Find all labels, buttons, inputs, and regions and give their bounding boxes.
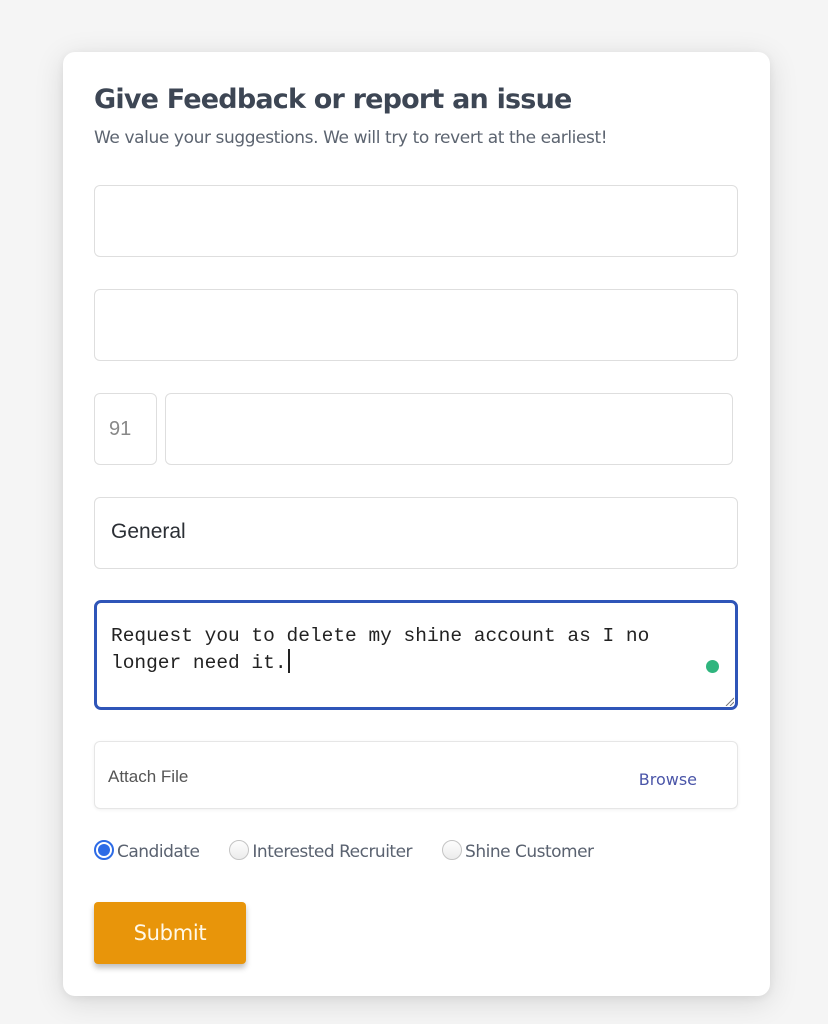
category-select[interactable]: General bbox=[94, 497, 738, 569]
radio-unchecked-icon[interactable] bbox=[229, 840, 250, 860]
attach-file-field[interactable]: Attach File Browse bbox=[94, 741, 738, 809]
radio-label: Shine Customer bbox=[465, 842, 594, 862]
radio-unchecked-icon[interactable] bbox=[442, 840, 463, 860]
category-value: General bbox=[111, 520, 186, 543]
phone-field[interactable] bbox=[165, 393, 733, 465]
page-subtitle: We value your suggestions. We will try t… bbox=[94, 128, 608, 148]
email-input[interactable] bbox=[95, 290, 737, 360]
radio-label: Interested Recruiter bbox=[252, 842, 413, 862]
radio-label: Candidate bbox=[117, 842, 200, 862]
user-type-radio-group: Candidate Interested Recruiter Shine Cus… bbox=[94, 840, 624, 862]
name-input[interactable] bbox=[95, 186, 737, 256]
feedback-card: Give Feedback or report an issue We valu… bbox=[63, 52, 770, 996]
radio-checked-icon[interactable] bbox=[94, 840, 114, 860]
message-textarea[interactable]: Request you to delete my shine account a… bbox=[94, 600, 738, 710]
page-title: Give Feedback or report an issue bbox=[94, 84, 572, 115]
attach-file-label: Attach File bbox=[108, 767, 189, 786]
text-caret bbox=[287, 649, 290, 673]
radio-candidate[interactable]: Candidate bbox=[94, 840, 200, 862]
message-value: Request you to delete my shine account a… bbox=[111, 625, 661, 674]
resize-handle-icon[interactable] bbox=[724, 696, 734, 706]
green-status-dot-icon bbox=[706, 660, 719, 673]
radio-interested-recruiter[interactable]: Interested Recruiter bbox=[229, 840, 413, 862]
phone-input[interactable] bbox=[166, 394, 732, 464]
email-field[interactable] bbox=[94, 289, 738, 361]
country-code-input[interactable] bbox=[95, 394, 156, 464]
submit-button[interactable]: Submit bbox=[94, 902, 246, 964]
browse-button[interactable]: Browse bbox=[639, 770, 697, 789]
message-text[interactable]: Request you to delete my shine account a… bbox=[111, 623, 723, 676]
name-field[interactable] bbox=[94, 185, 738, 257]
country-code-field[interactable] bbox=[94, 393, 157, 465]
radio-shine-customer[interactable]: Shine Customer bbox=[442, 840, 594, 862]
